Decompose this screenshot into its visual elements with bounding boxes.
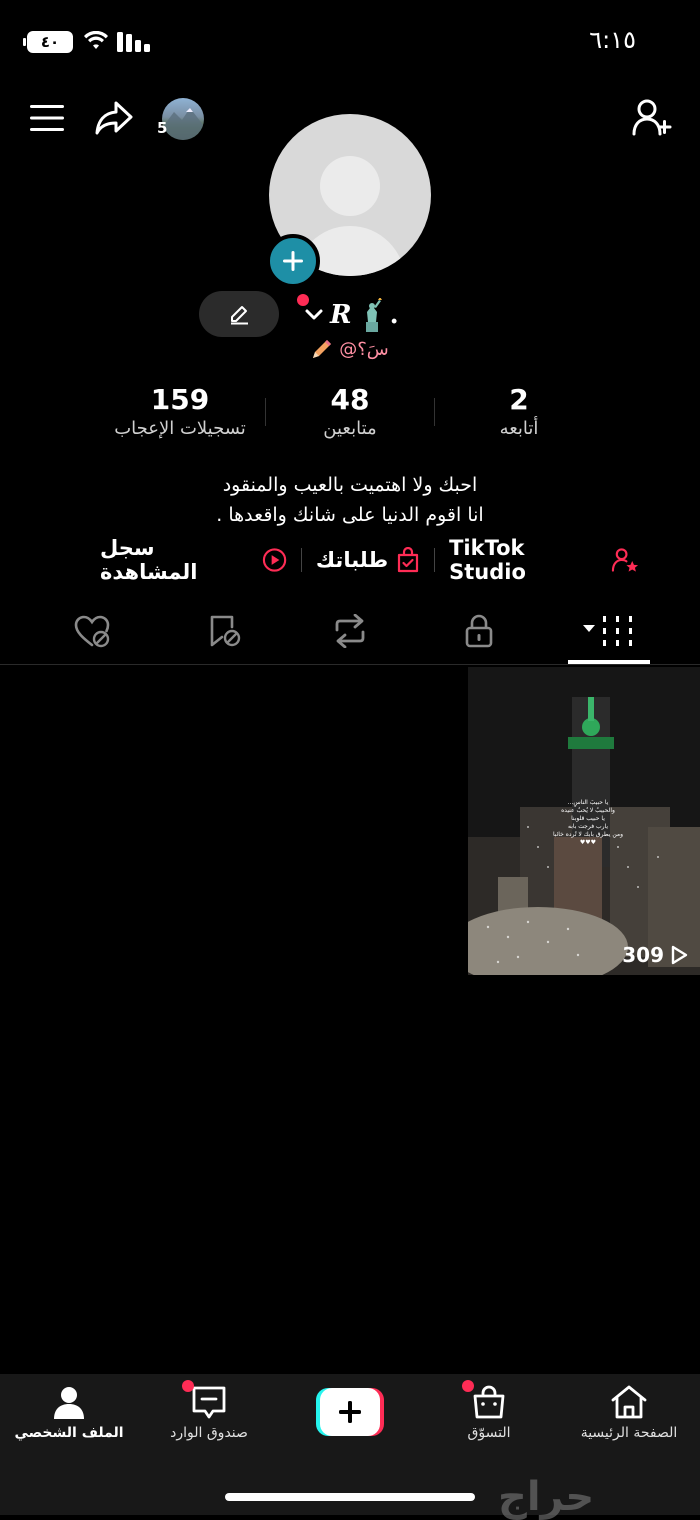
inbox-notification-dot: [182, 1380, 194, 1392]
signal-icon: [117, 32, 150, 52]
stat-likes[interactable]: 159 تسجيلات الإعجاب: [95, 383, 265, 441]
link-separator: [300, 548, 302, 572]
heart-hidden-icon: [74, 615, 110, 648]
watch-history-link[interactable]: سجل المشاهدة: [100, 536, 287, 584]
shop-notification-dot: [462, 1380, 474, 1392]
share-icon[interactable]: [94, 100, 134, 136]
avatar-placeholder-head: [320, 156, 380, 216]
add-friend-icon[interactable]: [632, 98, 674, 136]
stat-following-value: 2: [509, 383, 529, 416]
nav-inbox-label: صندوق الوارد: [170, 1425, 248, 1441]
profile-icon: [54, 1387, 84, 1419]
watch-history-label: سجل المشاهدة: [100, 536, 198, 584]
grid-videos-icon: [583, 616, 632, 646]
watermark: حراج: [498, 1474, 595, 1520]
link-separator: [434, 548, 436, 572]
edit-profile-button[interactable]: [199, 291, 279, 337]
nav-inbox[interactable]: صندوق الوارد: [144, 1380, 274, 1441]
plus-icon: [283, 251, 303, 271]
stat-followers[interactable]: 48 متابعين: [265, 383, 435, 441]
home-indicator[interactable]: [225, 1493, 475, 1501]
status-time: ٦:١٥: [589, 26, 636, 54]
caption-line: ...يا حبيبَ الناسِ: [567, 799, 609, 806]
view-count-value: 309: [622, 943, 664, 967]
statue-of-liberty-icon: [365, 298, 382, 332]
tab-videos[interactable]: [569, 600, 649, 662]
tiktok-studio-label: TikTok Studio: [449, 536, 526, 584]
nav-profile[interactable]: الملف الشخصي: [4, 1384, 134, 1441]
tab-private[interactable]: [439, 600, 519, 662]
bio-line: انا اقوم الدنيا على شانك واقعدها .: [216, 504, 484, 526]
lock-icon: [465, 614, 493, 648]
video-caption-overlay: ...يا حبيبَ الناسِ والحبيبُ لا يُحبُ عني…: [528, 799, 648, 847]
profile-links: TikTok Studio طلباتك سجل المشاهدة: [100, 536, 640, 584]
caption-line: يا حبيب قلوبنا: [571, 815, 605, 822]
handle-row: @سَ؟: [300, 338, 400, 360]
story-avatar[interactable]: [162, 98, 204, 140]
bio-line: احبك ولا اهتميت بالعيب والمنقود: [222, 474, 478, 496]
stat-followers-label: متابعين: [323, 418, 377, 439]
profile-bio: احبك ولا اهتميت بالعيب والمنقود انا اقوم…: [100, 470, 600, 530]
display-name-row[interactable]: R .: [304, 295, 399, 335]
caption-line: يارب فرجت بابه: [567, 823, 609, 830]
chevron-down-icon[interactable]: [304, 308, 324, 322]
active-tab-indicator: [568, 660, 650, 664]
caption-line: ♥♥♥: [579, 839, 597, 846]
video-view-count: 309: [622, 943, 688, 967]
bookmark-hidden-icon: [210, 615, 241, 647]
stat-following[interactable]: 2 أتابعه: [434, 383, 604, 441]
nav-shop-label: التسوّق: [467, 1425, 511, 1441]
nav-shop[interactable]: التسوّق: [424, 1380, 554, 1441]
menu-icon[interactable]: [30, 104, 64, 132]
nav-home-label: الصفحة الرئيسية: [580, 1425, 678, 1441]
tab-reposts[interactable]: [310, 600, 390, 662]
story-count: 5: [157, 119, 168, 137]
wifi-icon: [84, 31, 108, 49]
play-circle-icon: [262, 548, 287, 572]
caption-line: والحبيبُ لا يُحبُ عنيده: [561, 807, 615, 814]
tab-liked-hidden[interactable]: [52, 600, 132, 662]
add-avatar-button[interactable]: [266, 234, 320, 288]
pencil-emoji-icon: [313, 340, 332, 358]
inbox-icon: [192, 1386, 226, 1419]
video-thumbnail[interactable]: ...يا حبيبَ الناسِ والحبيبُ لا يُحبُ عني…: [468, 667, 700, 975]
display-name: R: [330, 300, 352, 330]
shop-icon: [473, 1385, 505, 1419]
create-icon[interactable]: [316, 1388, 384, 1436]
nav-home[interactable]: الصفحة الرئيسية: [564, 1384, 694, 1441]
battery-indicator: ٤٠: [23, 31, 73, 53]
orders-label: طلباتك: [315, 548, 389, 572]
stat-followers-value: 48: [330, 383, 370, 416]
tab-saved-hidden[interactable]: [184, 600, 264, 662]
username: @سَ؟: [339, 338, 389, 360]
shopping-bag-check-icon: [398, 547, 419, 573]
home-icon: [611, 1385, 647, 1419]
stat-likes-value: 159: [150, 383, 210, 416]
repost-icon: [335, 614, 365, 648]
caption-line: ومن يطرق بابك لا تُرده خائبا: [552, 831, 624, 838]
nav-profile-label: الملف الشخصي: [14, 1425, 124, 1441]
pencil-icon: [231, 306, 248, 325]
orders-link[interactable]: طلباتك: [316, 547, 420, 573]
profile-tabs: [0, 600, 700, 665]
stat-following-label: أتابعه: [499, 418, 539, 439]
name-dot: .: [389, 300, 399, 330]
tiktok-studio-link[interactable]: TikTok Studio: [449, 536, 640, 584]
creator-star-icon: [611, 548, 639, 572]
play-icon: [671, 945, 688, 965]
stat-likes-label: تسجيلات الإعجاب: [114, 418, 246, 439]
